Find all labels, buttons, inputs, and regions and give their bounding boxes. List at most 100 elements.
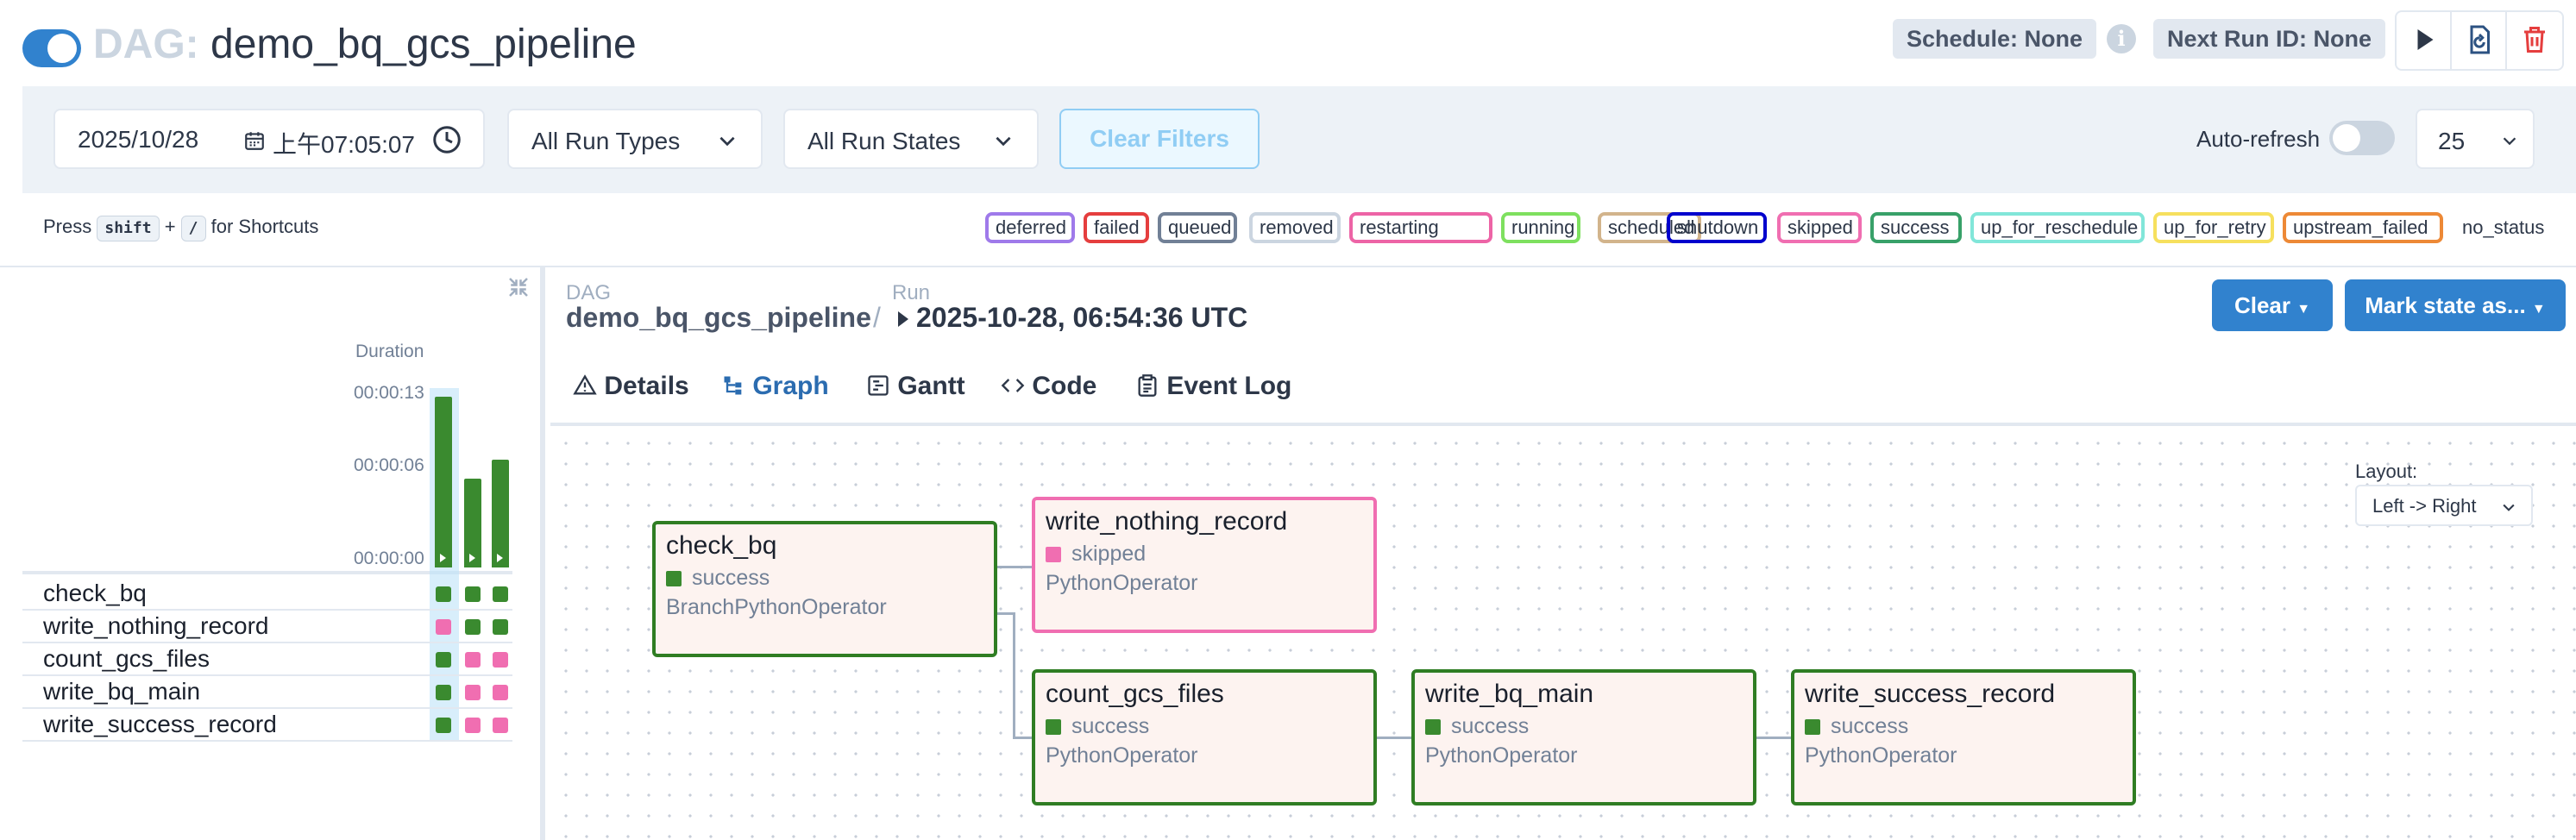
state-square <box>1805 719 1820 735</box>
mark-state-label: Mark state as... <box>2365 292 2526 318</box>
legend-item-failed[interactable]: failed <box>1084 212 1149 243</box>
task-instance-status[interactable] <box>436 652 451 668</box>
run-types-select[interactable]: All Run Types <box>507 109 763 169</box>
divider <box>0 266 2576 267</box>
auto-refresh-toggle[interactable] <box>2329 121 2395 155</box>
graph-node-check-bq[interactable]: check_bq success BranchPythonOperator <box>652 521 997 657</box>
legend-item-no-status[interactable]: no_status <box>2452 212 2547 243</box>
panel-resize-handle[interactable] <box>540 267 545 840</box>
trigger-dag-button[interactable] <box>2395 10 2453 71</box>
date-time-picker[interactable]: 2025/10/28 上午07:05:07 <box>53 109 485 169</box>
legend-item-deferred[interactable]: deferred <box>985 212 1075 243</box>
legend-item-shutdown[interactable]: shutdown <box>1667 212 1767 243</box>
clock-icon[interactable] <box>431 124 462 155</box>
mark-state-button[interactable]: Mark state as... ▼ <box>2345 279 2566 331</box>
graph-edge <box>1013 737 1032 739</box>
task-instance-status[interactable] <box>465 619 481 635</box>
layout-select[interactable]: Left -> Right <box>2355 485 2533 526</box>
legend-item-upstream-failed[interactable]: upstream_failed <box>2283 212 2443 243</box>
task-instance-status[interactable] <box>436 718 451 733</box>
trash-icon <box>2524 27 2545 53</box>
num-runs-value: 25 <box>2438 128 2466 154</box>
num-runs-select[interactable]: 25 <box>2416 109 2535 169</box>
legend-item-restarting[interactable]: restarting <box>1349 212 1492 243</box>
state-square <box>666 571 682 586</box>
shortcut-key-shift: shift <box>97 216 160 241</box>
tab-details-label: Details <box>604 372 689 400</box>
task-instance-status[interactable] <box>436 619 451 635</box>
legend-item-running[interactable]: running <box>1501 212 1580 243</box>
node-state: skipped <box>1046 542 1146 567</box>
task-instance-status[interactable] <box>493 685 508 700</box>
tab-code[interactable]: Code <box>1001 369 1096 424</box>
reparse-dag-button[interactable] <box>2450 10 2509 71</box>
run-duration-bar[interactable] <box>492 460 509 567</box>
clear-filters-button[interactable]: Clear Filters <box>1059 109 1260 169</box>
node-state-label: skipped <box>1071 542 1147 566</box>
breadcrumb-run-value[interactable]: 2025-10-28, 06:54:36 UTC <box>916 302 1247 334</box>
tab-gantt[interactable]: Gantt <box>866 369 965 424</box>
graph-node-write-success-record[interactable]: write_success_record success PythonOpera… <box>1791 669 2136 806</box>
task-name[interactable]: write_bq_main <box>43 678 200 705</box>
task-name[interactable]: check_bq <box>43 580 147 607</box>
date-value: 2025/10/28 <box>78 126 199 153</box>
code-icon <box>1001 379 1025 392</box>
legend-item-up-for-retry[interactable]: up_for_retry <box>2153 212 2274 243</box>
tab-event-log[interactable]: Event Log <box>1135 369 1291 424</box>
run-states-select[interactable]: All Run States <box>783 109 1039 169</box>
task-instance-status[interactable] <box>493 718 508 733</box>
graph-node-write-nothing-record[interactable]: write_nothing_record skipped PythonOpera… <box>1032 497 1377 633</box>
graph-node-write-bq-main[interactable]: write_bq_main success PythonOperator <box>1411 669 1756 806</box>
run-duration-bar[interactable] <box>464 479 481 567</box>
tab-gantt-label: Gantt <box>897 372 965 400</box>
state-square <box>1046 547 1061 562</box>
graph-edge <box>996 612 1015 615</box>
dag-pause-toggle[interactable] <box>22 29 81 67</box>
task-name[interactable]: write_success_record <box>43 711 277 738</box>
clear-task-button[interactable]: Clear ▼ <box>2212 279 2333 331</box>
task-instance-status[interactable] <box>465 586 481 602</box>
task-name[interactable]: count_gcs_files <box>43 645 210 673</box>
node-state-label: success <box>1451 714 1530 738</box>
info-icon[interactable]: i <box>2107 24 2136 53</box>
layout-value: Left -> Right <box>2372 495 2477 517</box>
task-instance-status[interactable] <box>493 619 508 635</box>
calendar-icon[interactable] <box>243 129 266 152</box>
tab-code-label: Code <box>1032 372 1097 400</box>
graph-node-count-gcs-files[interactable]: count_gcs_files success PythonOperator <box>1032 669 1377 806</box>
task-name[interactable]: write_nothing_record <box>43 612 269 640</box>
node-operator: PythonOperator <box>1046 571 1198 595</box>
node-state: success <box>666 566 770 591</box>
node-operator: PythonOperator <box>1425 743 1578 768</box>
task-instance-status[interactable] <box>465 718 481 733</box>
task-instance-status[interactable] <box>465 685 481 700</box>
legend-item-success[interactable]: success <box>1870 212 1962 243</box>
node-state-label: success <box>692 566 770 590</box>
breadcrumb-dag-link[interactable]: demo_bq_gcs_pipeline <box>566 302 871 334</box>
dag-name: demo_bq_gcs_pipeline <box>210 22 637 67</box>
legend-item-queued[interactable]: queued <box>1158 212 1237 243</box>
node-name: write_nothing_record <box>1046 507 1288 536</box>
legend-item-skipped[interactable]: skipped <box>1777 212 1862 243</box>
delete-dag-button[interactable] <box>2505 10 2564 71</box>
tab-graph[interactable]: Graph <box>701 369 842 428</box>
task-instance-status[interactable] <box>465 652 481 668</box>
collapse-icon[interactable] <box>506 274 531 300</box>
tab-details[interactable]: Details <box>573 369 689 424</box>
clear-label: Clear <box>2234 292 2290 318</box>
task-instance-status[interactable] <box>436 586 451 602</box>
task-instance-status[interactable] <box>493 586 508 602</box>
chevron-down-icon <box>719 136 735 147</box>
task-instance-status[interactable] <box>493 652 508 668</box>
run-play-icon <box>469 554 475 562</box>
run-duration-bar[interactable] <box>435 397 452 567</box>
chevron-down-icon <box>996 136 1011 147</box>
caret-down-icon: ▼ <box>2296 302 2311 317</box>
task-instance-status[interactable] <box>436 685 451 700</box>
run-triangle-icon <box>898 311 908 327</box>
node-operator: BranchPythonOperator <box>666 595 887 619</box>
legend-item-up-for-reschedule[interactable]: up_for_reschedule <box>1970 212 2145 243</box>
duration-tick: 00:00:06 <box>354 455 424 475</box>
legend-item-removed[interactable]: removed <box>1249 212 1341 243</box>
state-square <box>1046 719 1061 735</box>
